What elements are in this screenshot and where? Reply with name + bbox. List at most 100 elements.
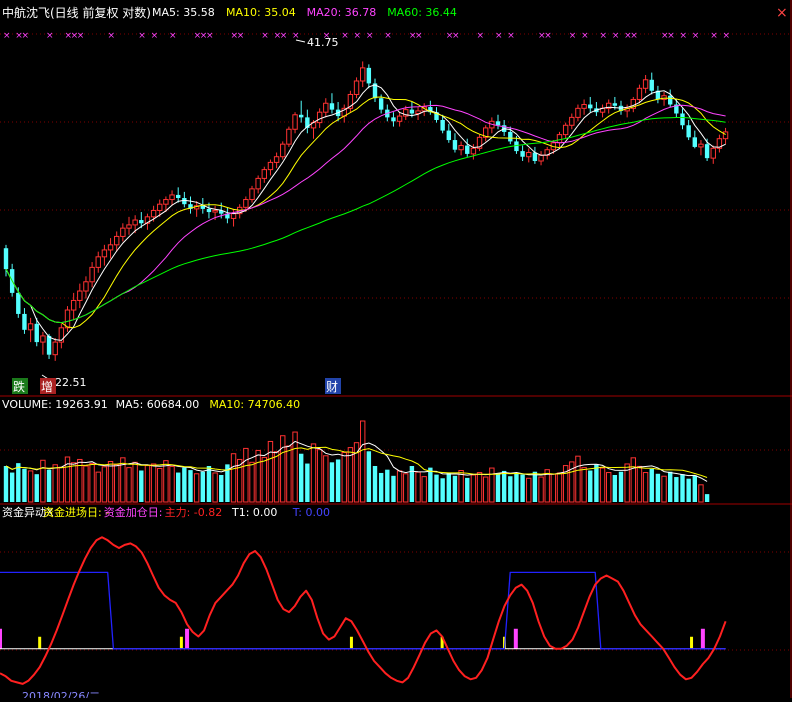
candle-body <box>508 131 513 142</box>
volume-bar <box>316 449 323 503</box>
candle-body <box>230 213 237 219</box>
volume-bar <box>150 463 157 503</box>
volume-bar <box>385 469 390 502</box>
x-marker: × <box>341 31 349 41</box>
volume-bar <box>3 466 9 502</box>
price-grid <box>0 33 792 651</box>
ma10-line <box>5 96 726 329</box>
x-marker: × <box>169 31 177 41</box>
volume-bar <box>329 462 335 502</box>
close-icon[interactable]: × <box>776 5 788 21</box>
price-ma-label-1: MA10: 35.04 <box>226 6 296 19</box>
candle-body <box>273 156 280 163</box>
candle-body <box>64 309 71 329</box>
candle-body <box>249 188 255 201</box>
candle-body <box>163 199 169 205</box>
volume-label-1: MA5: 60684.00 <box>116 398 200 411</box>
volume-bar <box>299 453 304 502</box>
x-marker: × <box>3 31 11 41</box>
candle-body <box>27 323 34 331</box>
volume-bar <box>692 475 697 502</box>
candle-body <box>612 103 618 106</box>
volume-bar <box>182 467 187 502</box>
candle-body <box>409 109 415 114</box>
volume-bar <box>219 475 224 502</box>
x-marker: × <box>581 31 589 41</box>
candle-body <box>440 119 445 131</box>
candle-body <box>261 169 268 179</box>
volume-bar <box>255 449 261 503</box>
x-marker: × <box>544 31 552 41</box>
candle-body <box>396 115 403 122</box>
volume-bar <box>612 475 618 502</box>
x-marker: × <box>710 31 718 41</box>
volume-bar <box>193 473 200 503</box>
x-marker: × <box>46 31 54 41</box>
volume-bar <box>378 472 384 502</box>
candle-body <box>316 111 323 124</box>
volume-bar <box>101 466 108 503</box>
volume-label-2: MA10: 74706.40 <box>209 398 300 411</box>
volume-bar <box>212 472 218 503</box>
add-signal-bar <box>513 628 518 649</box>
chart-canvas[interactable]: 中航沈飞(日线 前复权 对数) MA5: 35.58 MA10: 35.04 MA2… <box>0 0 792 702</box>
volume-bar <box>680 474 685 502</box>
candle-body <box>150 209 157 218</box>
volume-bar <box>243 447 249 503</box>
candle-body <box>34 323 39 343</box>
candle-body <box>668 95 673 105</box>
volume-bar <box>249 461 255 503</box>
candle-body <box>139 220 144 224</box>
volume-bar <box>483 476 489 503</box>
volume-bar <box>668 471 673 502</box>
volume-bar <box>458 470 464 503</box>
volume-bar <box>310 443 317 503</box>
add-signal-bar <box>185 628 190 649</box>
volume-bar <box>686 478 691 502</box>
x-marker: × <box>151 31 159 41</box>
x-marker: × <box>495 31 503 41</box>
volume-bar <box>261 456 268 503</box>
candle-body <box>556 134 563 144</box>
volume-bar <box>273 451 280 503</box>
candle-body <box>581 104 587 109</box>
candle-body <box>686 125 691 138</box>
volume-bar <box>465 477 470 502</box>
x-marker: × <box>384 31 392 41</box>
candle-body <box>710 147 716 159</box>
volume-bar <box>34 474 39 502</box>
volume-bar <box>40 459 46 503</box>
volume-bar <box>514 473 519 502</box>
volume-bar <box>126 467 132 503</box>
candle-body <box>95 256 101 268</box>
volume-bar <box>489 467 495 503</box>
volume-bar <box>655 473 661 502</box>
candle-body <box>286 128 292 145</box>
low-price-label: 22.51 <box>55 376 87 389</box>
volume-bar <box>446 472 451 502</box>
candle-body <box>323 102 329 113</box>
volume-bar <box>532 471 538 502</box>
candle-body <box>495 121 501 126</box>
price-ma-lines <box>5 84 726 341</box>
volume-bar <box>526 477 532 503</box>
volume-bar <box>661 475 667 503</box>
x-marker: × <box>667 31 675 41</box>
volume-bar <box>606 472 612 503</box>
candle-body <box>132 219 138 226</box>
candle-body <box>698 143 704 148</box>
t-line <box>0 571 726 650</box>
candle-body <box>77 290 83 301</box>
volume-bar <box>9 472 15 502</box>
candle-body <box>452 140 458 150</box>
indicator-label-2: 资金加仓日: - <box>104 505 170 519</box>
volume-bar <box>286 445 292 503</box>
candle-body <box>526 152 532 158</box>
volume-bar <box>403 473 409 503</box>
x-marker: × <box>206 31 214 41</box>
candle-body <box>206 208 212 213</box>
event-marker-increase-label: 增 <box>41 380 53 394</box>
volume-bar <box>599 467 606 503</box>
candle-body <box>378 98 384 110</box>
volume-bar <box>144 465 151 503</box>
